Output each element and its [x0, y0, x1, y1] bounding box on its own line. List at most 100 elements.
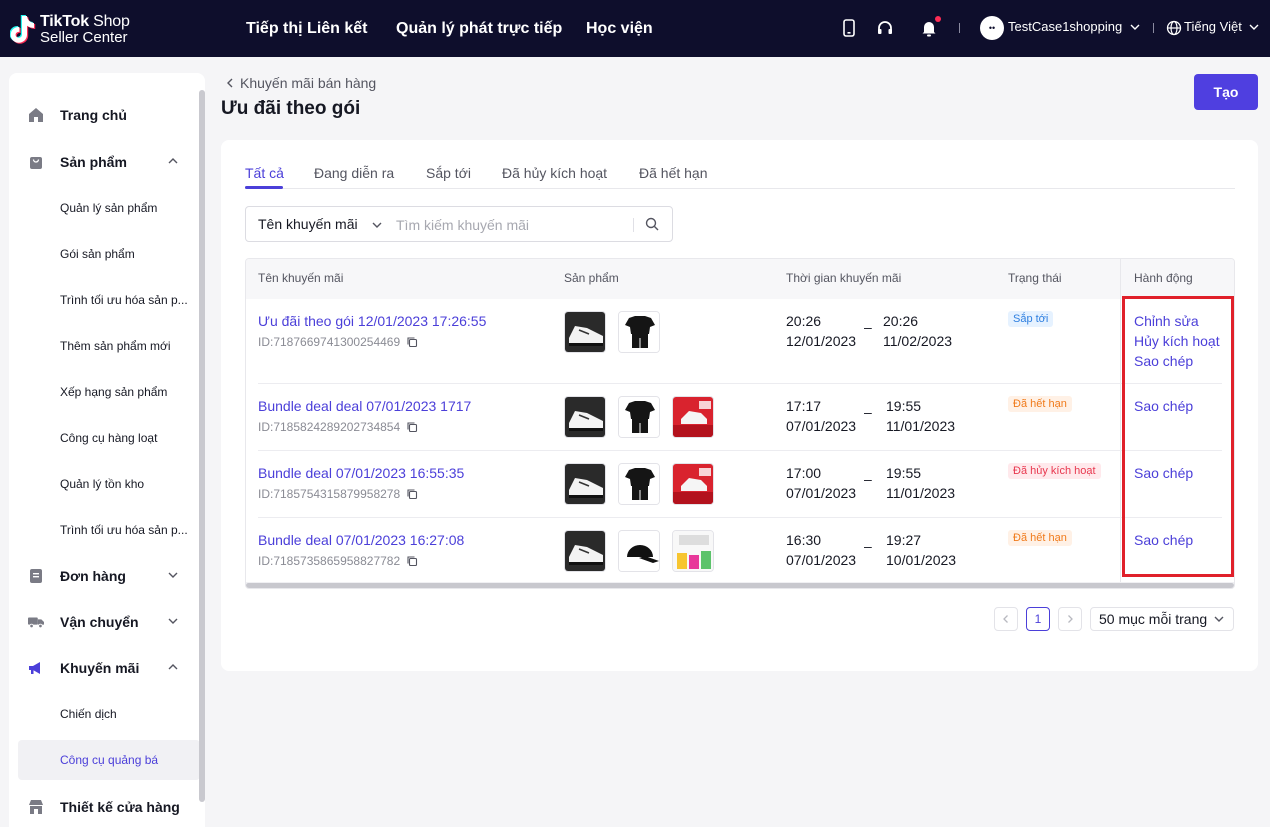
tab-expired[interactable]: Đã hết hạn: [639, 165, 708, 181]
product-thumbnail-sneaker[interactable]: [564, 530, 606, 572]
sidebar-scrollbar[interactable]: [199, 90, 205, 802]
sidebar-item-store-design[interactable]: Thiết kế cửa hàng: [18, 791, 200, 823]
product-thumbnail-sneaker[interactable]: [564, 463, 606, 505]
status-badge: Đã hết hạn: [1008, 530, 1072, 546]
chevron-down-icon[interactable]: [370, 218, 384, 232]
tab-upcoming[interactable]: Sắp tới: [426, 165, 471, 181]
promotion-name-link[interactable]: Bundle deal 07/01/2023 16:55:35: [258, 465, 464, 481]
sidebar-sub-promotion-tools[interactable]: Công cụ quảng bá: [18, 740, 200, 780]
topnav-affiliate[interactable]: Tiếp thị Liên kết: [246, 0, 368, 57]
chevron-down-icon: [168, 618, 178, 624]
column-header-name: Tên khuyến mãi: [258, 271, 344, 285]
sidebar-item-label: Đơn hàng: [60, 568, 126, 584]
sidebar-sub-campaigns[interactable]: Chiến dịch: [18, 694, 200, 734]
time-range-dash: –: [864, 538, 872, 554]
sidebar-sub-product-optimizer[interactable]: Trình tối ưu hóa sản p...: [18, 280, 200, 320]
copy-icon[interactable]: [406, 421, 418, 433]
table-header: Tên khuyến mãi Sản phẩm Thời gian khuyến…: [246, 259, 1234, 299]
sidebar-sub-product-optimizer-2[interactable]: Trình tối ưu hóa sản p...: [18, 510, 200, 550]
promotion-id-text: ID:7185824289202734854: [258, 420, 401, 434]
sidebar-item-shipping[interactable]: Vận chuyển: [18, 606, 200, 638]
breadcrumb-label: Khuyến mãi bán hàng: [240, 75, 377, 91]
account-menu[interactable]: TestCase1shopping: [1008, 19, 1140, 34]
copy-icon[interactable]: [406, 488, 418, 500]
sidebar-sub-product-ranking[interactable]: Xếp hạng sản phẩm: [18, 372, 200, 412]
product-thumbnail-sneaker[interactable]: [564, 396, 606, 438]
order-list-icon: [28, 568, 44, 584]
tabs-divider: [245, 188, 1235, 189]
tab-ongoing[interactable]: Đang diễn ra: [314, 165, 394, 181]
promotion-id: ID:7185754315879958278: [258, 487, 418, 501]
end-datetime: 19:55 11/01/2023: [886, 398, 956, 434]
promotion-name-link[interactable]: Ưu đãi theo gói 12/01/2023 17:26:55: [258, 313, 486, 329]
actions-highlight-box: [1122, 296, 1234, 577]
tab-deactivated[interactable]: Đã hủy kích hoạt: [502, 165, 607, 181]
sidebar-item-orders[interactable]: Đơn hàng: [18, 560, 200, 592]
time-range-dash: –: [864, 319, 872, 335]
topnav-academy[interactable]: Học viện: [586, 0, 653, 57]
page-size-select[interactable]: 50 mục mỗi trang: [1090, 607, 1234, 631]
start-datetime: 16:30 07/01/2023: [786, 532, 857, 568]
product-thumbnail-tshirt-set[interactable]: [618, 463, 660, 505]
search-field-select[interactable]: Tên khuyến mãi: [258, 216, 358, 232]
product-thumbnail-red-promo[interactable]: [672, 463, 714, 505]
page-number-current[interactable]: 1: [1026, 607, 1050, 631]
sidebar-item-label: Thiết kế cửa hàng: [60, 799, 180, 815]
status-badge: Sắp tới: [1008, 311, 1054, 327]
chevron-left-icon: [227, 78, 233, 88]
divider: [633, 218, 634, 232]
copy-icon[interactable]: [406, 555, 418, 567]
sidebar-item-label: Trang chủ: [60, 107, 127, 123]
prev-page-button[interactable]: [994, 607, 1018, 631]
promotion-id-text: ID:7185735865958827782: [258, 554, 401, 568]
promotion-id: ID:7185824289202734854: [258, 420, 418, 434]
sidebar-sub-product-bundles[interactable]: Gói sản phẩm: [18, 234, 200, 274]
tiktok-logo-icon: [10, 15, 36, 44]
product-thumbnail-cap[interactable]: [618, 530, 660, 572]
promotion-name-link[interactable]: Bundle deal 07/01/2023 16:27:08: [258, 532, 464, 548]
product-thumbnail-tshirt-set[interactable]: [618, 396, 660, 438]
product-thumbnail-red-promo[interactable]: [672, 396, 714, 438]
headset-icon[interactable]: [875, 18, 895, 38]
language-label: Tiếng Việt: [1184, 19, 1242, 34]
sidebar-sub-bulk-tools[interactable]: Công cụ hàng loạt: [18, 418, 200, 458]
next-page-button[interactable]: [1058, 607, 1082, 631]
promotion-id-text: ID:7187669741300254469: [258, 335, 401, 349]
product-thumbnail-colorful-items[interactable]: [672, 530, 714, 572]
sidebar-item-home[interactable]: Trang chủ: [18, 99, 200, 131]
sidebar-item-products[interactable]: Sản phẩm: [18, 146, 200, 178]
create-button[interactable]: Tạo: [1194, 74, 1258, 110]
product-thumbnail-sneaker[interactable]: [564, 311, 606, 353]
time-range-dash: –: [864, 471, 872, 487]
status-badge: Đã hủy kích hoạt: [1008, 463, 1101, 479]
scrollbar-thumb[interactable]: [246, 583, 1234, 588]
column-header-actions: Hành động: [1134, 271, 1193, 285]
sidebar-sub-add-product[interactable]: Thêm sản phẩm mới: [18, 326, 200, 366]
divider: [1153, 23, 1154, 33]
language-selector[interactable]: Tiếng Việt: [1184, 19, 1259, 34]
sidebar: Trang chủ Sản phẩm Quản lý sản phẩm Gói …: [9, 73, 205, 827]
breadcrumb[interactable]: Khuyến mãi bán hàng: [224, 75, 376, 91]
sidebar-item-promotions[interactable]: Khuyến mãi: [18, 652, 200, 684]
search-icon[interactable]: [644, 216, 660, 232]
mobile-icon[interactable]: [839, 18, 859, 38]
sidebar-item-label: Khuyến mãi: [60, 660, 140, 676]
promotion-name-link[interactable]: Bundle deal deal 07/01/2023 1717: [258, 398, 471, 414]
copy-icon[interactable]: [406, 336, 418, 348]
end-datetime: 19:55 11/01/2023: [886, 465, 956, 501]
tiktok-shop-logo[interactable]: TikTok Shop Seller Center: [10, 11, 145, 47]
store-icon: [28, 799, 44, 815]
search-input[interactable]: [396, 215, 632, 235]
tab-all[interactable]: Tất cả: [245, 165, 284, 181]
topnav-live-management[interactable]: Quản lý phát trực tiếp: [396, 0, 562, 57]
column-header-period: Thời gian khuyến mãi: [786, 271, 902, 285]
avatar[interactable]: ••: [980, 16, 1004, 40]
start-datetime: 17:00 07/01/2023: [786, 465, 857, 501]
globe-icon[interactable]: [1164, 18, 1184, 38]
sidebar-sub-product-management[interactable]: Quản lý sản phẩm: [18, 188, 200, 228]
sidebar-item-label: Sản phẩm: [60, 154, 127, 170]
table-horizontal-scrollbar[interactable]: [246, 582, 1234, 588]
top-bar: TikTok Shop Seller Center Tiếp thị Liên …: [0, 0, 1270, 57]
sidebar-sub-inventory[interactable]: Quản lý tồn kho: [18, 464, 200, 504]
product-thumbnail-tshirt-set[interactable]: [618, 311, 660, 353]
